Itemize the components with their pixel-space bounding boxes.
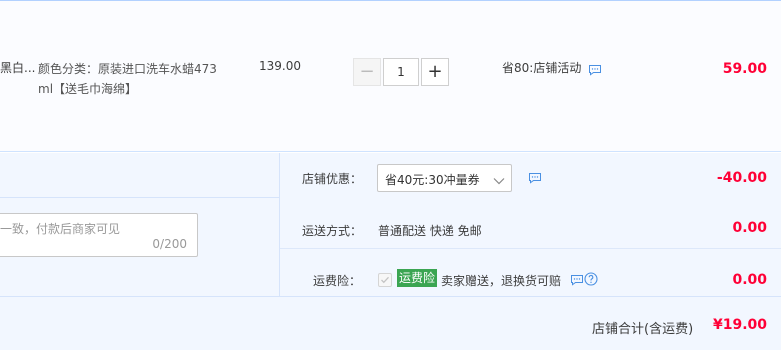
checkmark-icon (381, 276, 389, 284)
insurance-amount: 0.00 (732, 272, 767, 288)
divider (0, 296, 781, 297)
discount-amount: -40.00 (716, 170, 767, 186)
unit-price: 139.00 (259, 59, 301, 73)
shipping-insurance-label: 运费险： (313, 274, 362, 288)
buyer-message-textarea[interactable]: 一致，付款后商家可见 0/200 (0, 213, 198, 257)
sku-info: 颜色分类：原装进口洗车水蜡473 ml【送毛巾海绵】 (38, 59, 224, 99)
coupon-selected-value: 省40元:30冲量券 (385, 173, 480, 187)
help-circle-icon[interactable] (584, 272, 598, 289)
shipping-amount: 0.00 (732, 220, 767, 236)
store-total-label: 店铺合计(含运费) (592, 322, 694, 337)
divider (279, 153, 280, 296)
promo-info: 省80:店铺活动 (502, 59, 601, 76)
store-total-value: ¥19.00 (712, 317, 767, 333)
chat-bubble-icon[interactable] (528, 172, 542, 184)
promo-text: 省80:店铺活动 (502, 61, 582, 75)
chevron-down-icon (493, 174, 505, 188)
insurance-checkbox[interactable] (378, 273, 392, 287)
chat-bubble-icon[interactable] (570, 274, 584, 286)
item-subtotal: 59.00 (722, 61, 767, 77)
message-char-counter: 0/200 (152, 237, 187, 251)
shipping-method-value: 普通配送 快递 免邮 (378, 224, 482, 238)
shipping-method-label: 运送方式： (302, 224, 363, 238)
sku-line-2: ml【送毛巾海绵】 (38, 82, 138, 96)
coupon-select[interactable]: 省40元:30冲量券 (377, 164, 512, 192)
divider (0, 197, 279, 198)
insurance-description: 卖家赠送，退换货可赔 (441, 274, 562, 288)
order-summary-panel: 一致，付款后商家可见 0/200 店铺优惠： 省40元:30冲量券 -40.00… (0, 153, 781, 350)
product-name[interactable]: 黑白... (0, 59, 35, 76)
store-discount-label: 店铺优惠： (302, 172, 363, 186)
insurance-badge: 运费险 (397, 269, 438, 287)
chat-bubble-icon[interactable] (588, 64, 602, 76)
divider (280, 248, 781, 249)
message-placeholder: 一致，付款后商家可见 (0, 222, 121, 236)
increase-quantity-button[interactable]: + (421, 58, 449, 86)
sku-line-1: 颜色分类：原装进口洗车水蜡473 (38, 62, 217, 76)
quantity-input[interactable]: 1 (383, 58, 419, 86)
cart-item-row: 黑白... 颜色分类：原装进口洗车水蜡473 ml【送毛巾海绵】 139.00 … (0, 0, 781, 152)
decrease-quantity-button[interactable]: − (353, 58, 381, 86)
